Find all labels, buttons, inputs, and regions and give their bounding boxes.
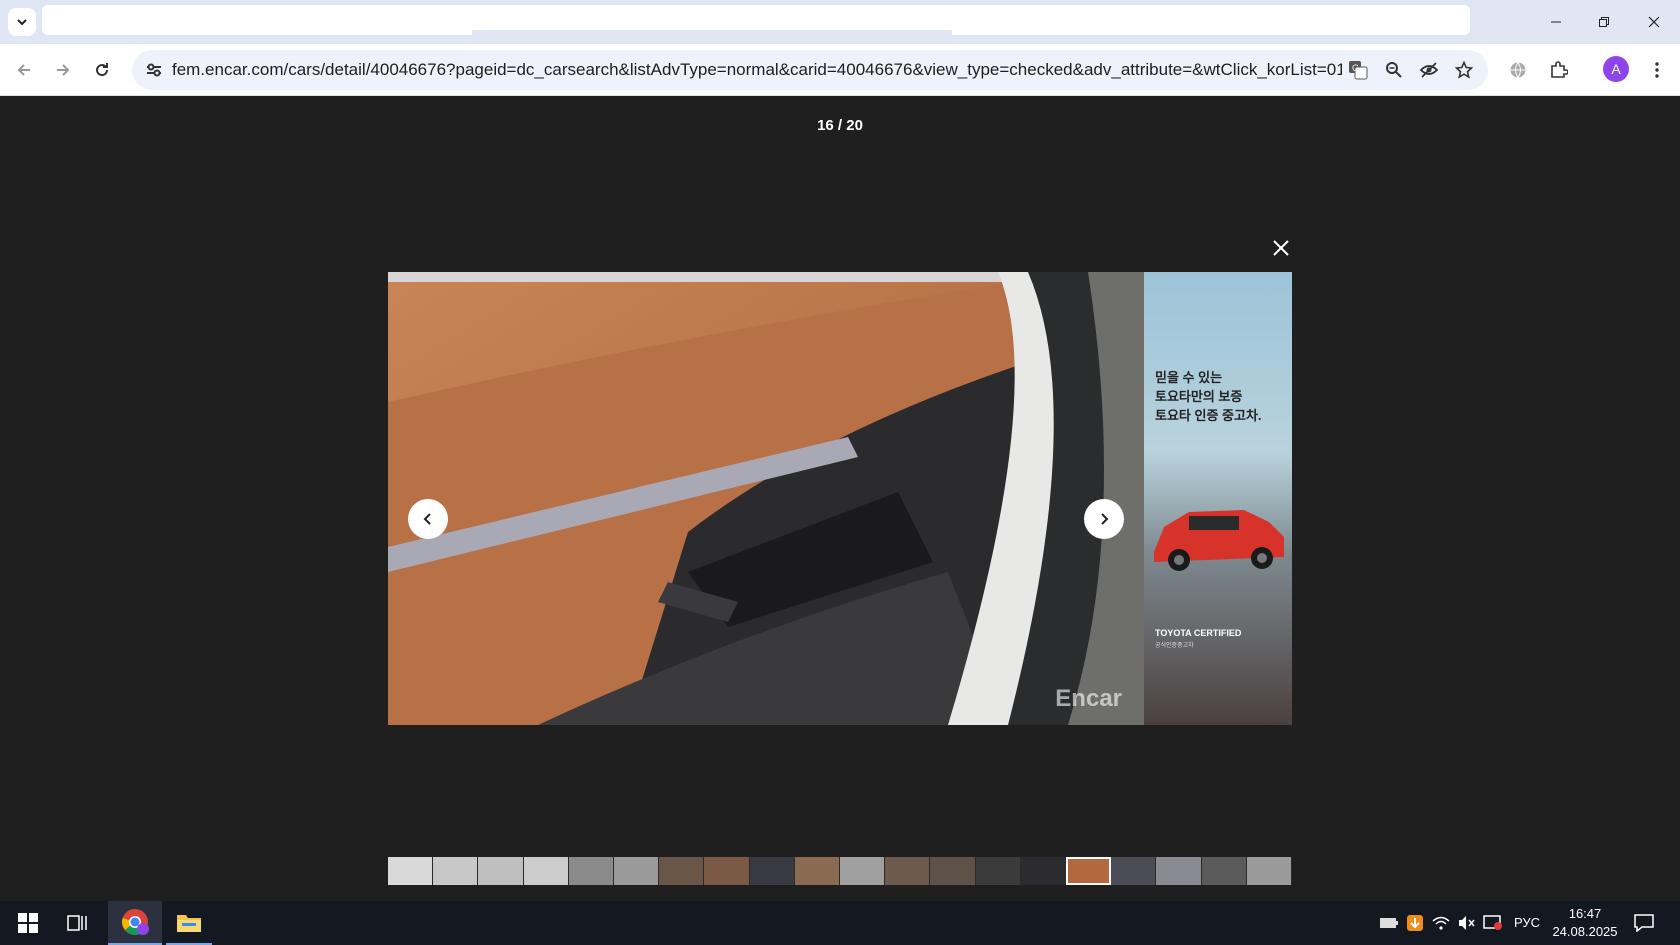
car-door-interior-image xyxy=(388,272,1144,725)
volume-muted-icon[interactable] xyxy=(1456,913,1478,933)
red-suv-image xyxy=(1154,510,1284,571)
extensions-icon[interactable] xyxy=(1545,56,1573,84)
thumbnail[interactable] xyxy=(388,857,434,885)
file-explorer-icon[interactable] xyxy=(166,901,212,945)
battery-icon[interactable] xyxy=(1378,913,1400,933)
thumbnail[interactable] xyxy=(1020,857,1067,885)
restore-icon[interactable] xyxy=(1581,8,1627,36)
thumbnail[interactable] xyxy=(840,857,886,885)
toyota-ad-banner[interactable]: 믿을 수 있는 토요타만의 보증 토요타 인증 중고차. TOYOTA CERT… xyxy=(1144,272,1292,725)
clock-date: 24.08.2025 xyxy=(1552,924,1618,939)
language-indicator[interactable]: РУС xyxy=(1514,915,1540,930)
task-view-icon[interactable] xyxy=(58,901,98,945)
zoom-icon[interactable] xyxy=(1380,56,1408,84)
close-window-icon[interactable] xyxy=(1631,8,1677,36)
reload-icon[interactable] xyxy=(88,56,116,84)
thumbnail[interactable] xyxy=(749,857,795,885)
ad-brand-sub: 공식인증중고차 xyxy=(1155,643,1194,649)
menu-icon[interactable] xyxy=(1643,56,1671,84)
back-icon[interactable] xyxy=(10,56,38,84)
browser-toolbar: fem.encar.com/cars/detail/40046676?pagei… xyxy=(0,44,1680,96)
thumbnail[interactable] xyxy=(930,857,976,885)
star-icon[interactable] xyxy=(1450,56,1478,84)
thumbnail[interactable] xyxy=(614,857,660,885)
thumbnail[interactable] xyxy=(478,857,524,885)
update-icon[interactable] xyxy=(1404,913,1426,933)
address-bar[interactable]: fem.encar.com/cars/detail/40046676?pagei… xyxy=(132,50,1488,90)
thumbnail[interactable] xyxy=(659,857,705,885)
eye-off-icon[interactable] xyxy=(1415,56,1443,84)
tab-bar xyxy=(0,0,1680,44)
site-info-icon[interactable] xyxy=(140,56,168,84)
chevron-right-icon[interactable] xyxy=(1084,499,1124,539)
thumbnail[interactable] xyxy=(1201,857,1247,885)
minimize-icon[interactable] xyxy=(1533,8,1579,36)
encar-watermark: Encar xyxy=(1055,685,1122,712)
thumbnail-active[interactable] xyxy=(1066,857,1112,885)
clock[interactable]: 16:47 24.08.2025 xyxy=(1550,905,1620,941)
wifi-icon[interactable] xyxy=(1430,913,1452,933)
thumbnail[interactable] xyxy=(1156,857,1202,885)
thumbnail[interactable] xyxy=(794,857,841,885)
thumbnail[interactable] xyxy=(704,857,750,885)
chevron-left-icon[interactable] xyxy=(408,499,448,539)
taskbar: РУС 16:47 24.08.2025 xyxy=(0,901,1680,945)
chrome-icon[interactable] xyxy=(108,901,162,945)
thumbnail[interactable] xyxy=(975,857,1021,885)
thumbnail[interactable] xyxy=(885,857,931,885)
url-text[interactable]: fem.encar.com/cars/detail/40046676?pagei… xyxy=(172,60,1342,80)
photo-counter: 16 / 20 xyxy=(817,117,863,134)
ad-headline: 믿을 수 있는 토요타만의 보증 토요타 인증 중고차. xyxy=(1155,370,1262,423)
svg-text:G: G xyxy=(1352,63,1359,73)
thumbnail-strip xyxy=(388,857,1292,885)
thumbnail[interactable] xyxy=(1111,857,1157,885)
forward-icon[interactable] xyxy=(49,56,77,84)
windows-start-icon[interactable] xyxy=(8,901,48,945)
clock-time: 16:47 xyxy=(1568,906,1602,921)
thumbnail[interactable] xyxy=(523,857,569,885)
main-photo: Encar xyxy=(388,272,1144,725)
photo-viewer: 16 / 20 Encar 믿을 수 있는 토요타만의 보증 토요타 인증 중고… xyxy=(0,96,1680,901)
action-center-icon[interactable] xyxy=(1633,913,1655,933)
globe-icon[interactable] xyxy=(1504,56,1532,84)
close-icon[interactable] xyxy=(1268,235,1294,261)
notifications-icon[interactable] xyxy=(1482,913,1504,933)
thumbnail[interactable] xyxy=(433,857,479,885)
profile-avatar[interactable]: A xyxy=(1603,56,1629,82)
thumbnail[interactable] xyxy=(1246,857,1292,885)
thumbnail[interactable] xyxy=(568,857,615,885)
ad-brand: TOYOTA CERTIFIED xyxy=(1155,628,1242,638)
translate-icon[interactable]: G xyxy=(1344,56,1372,84)
tab-search-icon[interactable] xyxy=(8,8,36,36)
tab-gap xyxy=(472,30,952,40)
